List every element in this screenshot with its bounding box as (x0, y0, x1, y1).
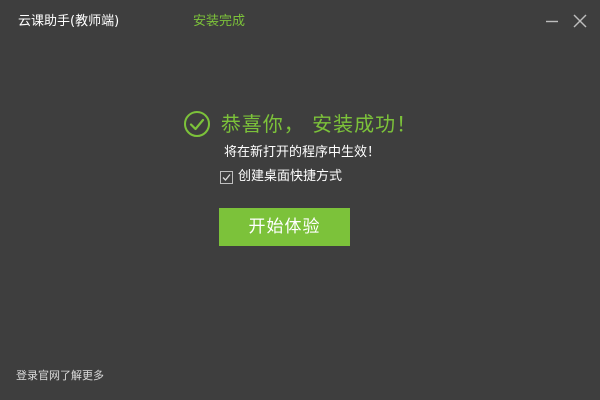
create-shortcut-checkbox[interactable] (220, 170, 233, 184)
create-shortcut-label: 创建桌面快捷方式 (238, 169, 343, 184)
start-experience-button[interactable]: 开始体验 (219, 208, 350, 246)
check-circle-icon (183, 110, 211, 138)
installer-window: 云课助手(教师端) 安装完成 恭喜你， 安装成功！ 将在新打开的程序中生效！ 创… (0, 0, 600, 400)
success-title: 恭喜你， 安装成功！ (220, 112, 418, 136)
close-button[interactable] (571, 12, 589, 30)
checkmark-icon (222, 173, 231, 181)
minimize-button[interactable] (543, 12, 561, 30)
create-shortcut-option[interactable]: 创建桌面快捷方式 (220, 167, 342, 187)
install-status: 安装完成 (193, 14, 246, 29)
title-bar: 云课助手(教师端) 安装完成 (0, 0, 600, 44)
close-icon (573, 14, 587, 28)
official-site-link[interactable]: 登录官网了解更多 (16, 368, 104, 384)
effect-notice: 将在新打开的程序中生效！ (223, 145, 380, 160)
success-heading: 恭喜你， 安装成功！ (0, 108, 600, 140)
app-title: 云课助手(教师端) (18, 14, 120, 29)
minimize-icon (546, 20, 558, 23)
